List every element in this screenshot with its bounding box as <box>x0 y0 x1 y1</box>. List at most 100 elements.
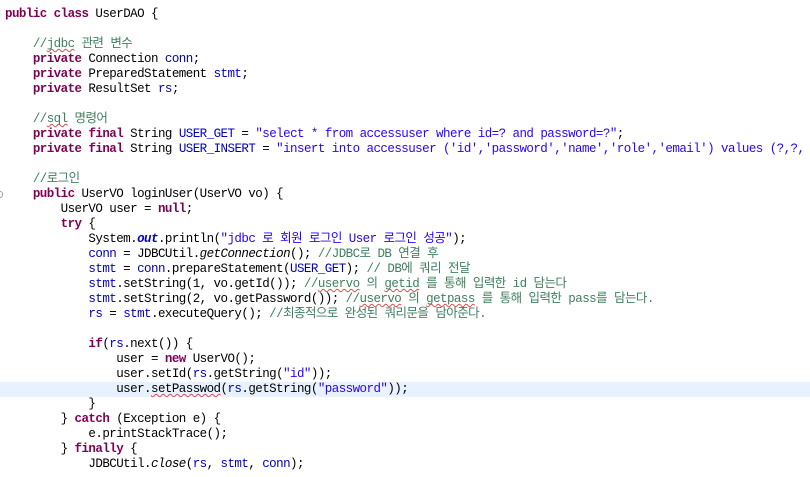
code-token[interactable]: Connection <box>81 52 164 66</box>
code-token[interactable] <box>5 262 88 276</box>
misspelled-comment-word[interactable]: sql <box>47 112 68 126</box>
keyword-token[interactable]: if <box>88 337 102 351</box>
code-token[interactable]: ); <box>290 457 304 471</box>
code-token[interactable]: .next()) { <box>123 337 193 351</box>
code-token[interactable] <box>5 127 33 141</box>
string-literal-token[interactable]: "jdbc 로 회원 로그인 User 로그인 성공" <box>221 232 453 246</box>
code-token[interactable] <box>5 112 33 126</box>
misspelled-identifier[interactable]: setPasswod <box>151 382 221 396</box>
code-token[interactable] <box>5 277 88 291</box>
comment-token[interactable]: 의 <box>401 292 426 306</box>
code-line[interactable]: System.out.println("jdbc 로 회원 로그인 User 로… <box>0 232 810 247</box>
code-token[interactable]: ResultSet <box>81 82 157 96</box>
field-token[interactable]: rs <box>158 82 172 96</box>
code-line[interactable]: //jdbc 관련 변수 <box>0 37 810 52</box>
code-token[interactable] <box>5 337 88 351</box>
code-token[interactable]: (); <box>290 247 318 261</box>
code-token[interactable] <box>5 187 33 201</box>
code-token[interactable]: , <box>207 457 221 471</box>
keyword-token[interactable]: try <box>61 217 82 231</box>
comment-token[interactable]: 의 <box>360 277 385 291</box>
code-token[interactable] <box>5 292 88 306</box>
keyword-token[interactable]: final <box>88 127 123 141</box>
keyword-token[interactable]: private <box>33 127 82 141</box>
field-token[interactable]: stmt <box>88 292 116 306</box>
code-line[interactable]: } <box>0 397 810 412</box>
code-line[interactable] <box>0 97 810 112</box>
code-token[interactable]: } <box>5 442 75 456</box>
code-editor[interactable]: public class UserDAO { //jdbc 관련 변수 priv… <box>0 0 810 477</box>
code-token[interactable]: { <box>81 217 96 231</box>
keyword-token[interactable]: private <box>33 82 82 96</box>
comment-token[interactable]: //JDBC로 DB 연결 후 <box>318 247 439 261</box>
field-token[interactable]: rs <box>227 382 241 396</box>
code-token[interactable]: = <box>116 262 137 276</box>
comment-token[interactable]: // <box>33 37 47 51</box>
code-token[interactable]: user.setId( <box>5 367 193 381</box>
field-token[interactable]: conn <box>137 262 165 276</box>
code-token[interactable]: = <box>234 127 255 141</box>
comment-token[interactable]: //최종적으로 완성된 쿼리문을 담아준다. <box>269 307 486 321</box>
code-token[interactable] <box>5 307 88 321</box>
code-token[interactable]: .getString( <box>241 382 318 396</box>
code-line[interactable]: private final String USER_INSERT = "inse… <box>0 142 810 157</box>
misspelled-comment-word[interactable]: getpass <box>426 292 475 306</box>
code-token[interactable] <box>47 7 54 21</box>
code-line[interactable]: if(rs.next()) { <box>0 337 810 352</box>
code-lines[interactable]: public class UserDAO { //jdbc 관련 변수 priv… <box>0 7 810 472</box>
code-token[interactable] <box>5 142 33 156</box>
code-line[interactable]: rs = stmt.executeQuery(); //최종적으로 완성된 쿼리… <box>0 307 810 322</box>
code-token[interactable]: String <box>123 142 179 156</box>
code-line[interactable]: user = new UserVO(); <box>0 352 810 367</box>
code-token[interactable]: (Exception e) { <box>109 412 221 426</box>
code-token[interactable]: .setString(2, vo.getPassword()); <box>116 292 345 306</box>
code-line[interactable]: private PreparedStatement stmt; <box>0 67 810 82</box>
code-line[interactable] <box>0 322 810 337</box>
code-line[interactable]: JDBCUtil.close(rs, stmt, conn); <box>0 457 810 472</box>
comment-token[interactable]: // DB에 쿼리 전달 <box>367 262 471 276</box>
code-token[interactable] <box>5 172 33 186</box>
comment-token[interactable]: // <box>346 292 360 306</box>
field-token[interactable]: rs <box>193 457 207 471</box>
keyword-token[interactable]: catch <box>75 412 110 426</box>
field-token[interactable]: stmt <box>123 307 151 321</box>
code-token[interactable]: = <box>102 307 123 321</box>
code-token[interactable]: = JDBCUtil. <box>116 247 200 261</box>
code-token[interactable]: , <box>248 457 262 471</box>
code-line[interactable]: UserVO user = null; <box>0 202 810 217</box>
code-token[interactable]: .getString( <box>207 367 284 381</box>
code-line[interactable]: //sql 명령어 <box>0 112 810 127</box>
code-token[interactable]: PreparedStatement <box>81 67 213 81</box>
code-token[interactable] <box>5 247 88 261</box>
keyword-token[interactable]: public <box>33 187 75 201</box>
field-token[interactable]: USER_GET <box>290 262 346 276</box>
string-literal-token[interactable]: "id" <box>283 367 311 381</box>
code-token[interactable]: .setString(1, vo.getId()); <box>116 277 304 291</box>
code-token[interactable] <box>5 82 33 96</box>
string-literal-token[interactable]: "insert into accessuser ('id','password'… <box>276 142 805 156</box>
code-token[interactable] <box>5 67 33 81</box>
code-token[interactable]: user. <box>5 382 151 396</box>
code-token[interactable]: UserDAO { <box>88 7 158 21</box>
code-token[interactable]: .prepareStatement( <box>165 262 291 276</box>
field-token[interactable]: conn <box>88 247 116 261</box>
code-token[interactable]: ; <box>172 82 179 96</box>
comment-token[interactable]: // <box>304 277 318 291</box>
misspelled-comment-word[interactable]: uservo <box>318 277 360 291</box>
keyword-token[interactable]: new <box>165 352 186 366</box>
comment-token[interactable]: 명령어 <box>68 112 108 126</box>
code-token[interactable]: UserVO(); <box>186 352 256 366</box>
code-line[interactable] <box>0 157 810 172</box>
keyword-token[interactable]: private <box>33 52 82 66</box>
code-token[interactable]: } <box>5 412 75 426</box>
field-token[interactable]: conn <box>262 457 290 471</box>
comment-token[interactable]: 를 통해 입력한 id 담는다 <box>419 277 567 291</box>
code-token[interactable]: )); <box>311 367 332 381</box>
static-method-token[interactable]: close <box>151 457 186 471</box>
code-token[interactable]: } <box>5 397 96 411</box>
code-line[interactable]: private final String USER_GET = "select … <box>0 127 810 142</box>
code-token[interactable]: e.printStackTrace(); <box>5 427 228 441</box>
keyword-token[interactable]: private <box>33 67 82 81</box>
code-line[interactable]: private Connection conn; <box>0 52 810 67</box>
static-method-token[interactable]: getConnection <box>200 247 291 261</box>
